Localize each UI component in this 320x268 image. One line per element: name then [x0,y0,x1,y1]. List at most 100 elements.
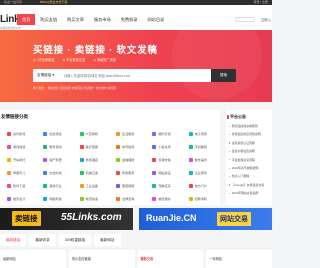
category-item[interactable]: 生活服务 [112,128,148,139]
category-icon [152,144,157,149]
tab-300-weight[interactable]: 300权重链接 [58,234,92,246]
category-item[interactable]: 网站建设 [148,167,184,178]
category-label: 游戏动漫 [13,145,26,149]
hot-keywords[interactable]: 热门搜索： 网站优化 百度权重 友情链接 外链推广 软文发布 新闻源 [33,86,116,90]
category-item[interactable]: 房产家居 [39,154,75,165]
nav-buy-links[interactable]: 购买友链 [35,14,62,25]
category-item[interactable]: 农林牧渔 [148,154,184,165]
category-item[interactable]: 母婴育儿 [3,167,39,178]
bullet-icon [229,167,231,169]
tab-latest-links[interactable]: 最新链接 [0,234,27,246]
category-item[interactable]: 服装鞋帽 [112,180,148,191]
nav-free-listing[interactable]: 免费收录 [116,14,143,25]
hero-search-input[interactable] [64,69,204,82]
banner-sell-links[interactable]: 卖链接 55Links.com [0,208,133,230]
category-item[interactable]: 宠物花卉 [148,180,184,191]
category-item[interactable]: 旅游酒店 [76,154,112,165]
hero-search-button[interactable]: 搜索 [211,69,236,82]
bottom-card-title: 最新网站 [3,257,16,261]
category-item[interactable]: 网络科技 [39,193,75,204]
category-icon [115,170,120,175]
category-label: 企业黄页 [194,171,208,175]
category-item[interactable]: 体育健身 [112,141,148,152]
category-label: 母婴育儿 [13,171,26,175]
search-type-select[interactable]: 友情链接 ▾ [37,69,54,82]
category-icon [7,170,11,175]
notice-item[interactable]: 2024年网站交易指南 [229,191,271,199]
category-item[interactable]: 医疗健康 [76,141,112,152]
category-item[interactable]: 地方门户 [185,180,221,191]
category-item[interactable]: 物流快递 [76,193,112,204]
header-user-link[interactable]: 注册入 [261,17,271,22]
category-item[interactable]: IT互联网 [76,128,112,139]
bottom-card-title: 一年网站 [209,257,222,261]
notice-item[interactable]: 链接价格设置说明 [229,149,271,157]
nav-buy-articles[interactable]: 购买文章 [62,14,89,25]
notice-item[interactable]: 平台担保交易流程 [229,158,271,166]
notice-item[interactable]: 2022年春节放假通知 [229,166,271,174]
category-icon [152,170,157,175]
category-icon [79,183,84,188]
bottom-card[interactable]: 一年网站 [206,250,272,268]
notice-item[interactable]: 友情链接常见问题说明 [229,132,271,140]
category-item[interactable]: 游戏动漫 [3,141,39,152]
category-icon [7,183,11,188]
notice-item[interactable]: 卖家资质认证流程 [229,141,271,149]
category-item[interactable]: 商务服务 [112,167,148,178]
bottom-card[interactable]: 最新网站 [0,250,66,268]
category-item[interactable]: 法律咨询 [112,193,148,204]
tab-latest-sites[interactable]: 最新网站 [94,234,121,246]
category-item[interactable]: 教育培训 [39,141,75,152]
bullet-icon [229,125,231,127]
category-item[interactable]: 招聘求职 [185,193,221,204]
header-search-input[interactable] [235,17,255,22]
category-item[interactable]: 婚庆婚纱 [148,193,184,204]
category-item[interactable]: 小说文学 [148,141,184,152]
bullet-icon [229,134,231,136]
category-item[interactable]: 其他行业 [39,180,75,191]
bottom-cards: 最新网站 低价友情链接 最新交易 一年网站 [0,250,272,268]
category-item[interactable]: 汽车摩托 [3,154,39,165]
category-item[interactable]: 女性时尚 [39,167,75,178]
category-item[interactable]: 餐饮美食 [185,154,221,165]
category-item[interactable]: 工业设备 [76,180,112,191]
notice-label: 新手入门教程 [231,174,250,179]
site-header: Links 友情链接交易平台 首页 购买友链 购买文章 服务市场 免费收录 网站… [0,5,272,30]
category-icon [115,144,120,149]
banner-site-trade[interactable]: RuanJie.CN 网站交易 [139,208,272,230]
bottom-card[interactable]: 低价友情链接 [68,250,135,268]
notice-item[interactable]: 新手入门教程 [229,174,271,182]
category-icon [188,196,193,201]
category-item[interactable]: 电子商务 [185,128,221,139]
bottom-card[interactable]: 最新交易 [137,250,204,268]
notice-panel: 平台公告 购买链接前必看规则 友情链接常见问题说明 卖家资质认证流程 链接价格设置说明… [226,110,272,205]
search-type-label: 友情链接 [37,73,52,77]
category-icon [115,196,120,201]
category-item[interactable]: 站长综合 [39,128,75,139]
category-item[interactable]: 软件下载 [3,180,39,191]
hero-feature: ◎ 平台担保交易 [62,58,86,62]
category-item[interactable]: 企业黄页 [185,167,221,178]
notice-item[interactable]: 购买链接前必看规则 [229,124,271,132]
notice-item[interactable]: 【Google】友情链接交易 [229,183,271,191]
notice-list: 购买链接前必看规则 友情链接常见问题说明 卖家资质认证流程 链接价格设置说明 平台担保交… [229,124,271,200]
nav-service-market[interactable]: 服务市场 [89,14,116,25]
category-icon [188,157,193,162]
hero-search-box: 友情链接 ▾ [33,69,211,82]
content-tabs: 最新链接 最新收录 300权重链接 最新网站 [0,234,272,246]
category-item[interactable]: 金融理财 [112,154,148,165]
category-item[interactable]: 摄影设计 [3,193,39,204]
category-icon [152,131,157,136]
tab-latest-listed[interactable]: 最新收录 [29,234,56,246]
nav-home[interactable]: 首页 [17,14,36,25]
category-item[interactable]: 机械五金 [76,167,112,178]
nav-site-directory[interactable]: 网站目录 [142,14,169,25]
category-label: 旅游酒店 [85,158,99,162]
category-item[interactable]: 资讯新闻 [3,128,39,139]
category-icon [152,196,157,201]
category-panel: 友情链接分类 资讯新闻 站长综合 IT互联网 生活服务 娱乐影视 电子商务 游戏动漫 教育培训… [0,110,220,205]
category-item[interactable]: 手机数码 [185,141,221,152]
category-icon [43,170,48,175]
category-icon [7,131,11,136]
category-item[interactable]: 娱乐影视 [148,128,184,139]
